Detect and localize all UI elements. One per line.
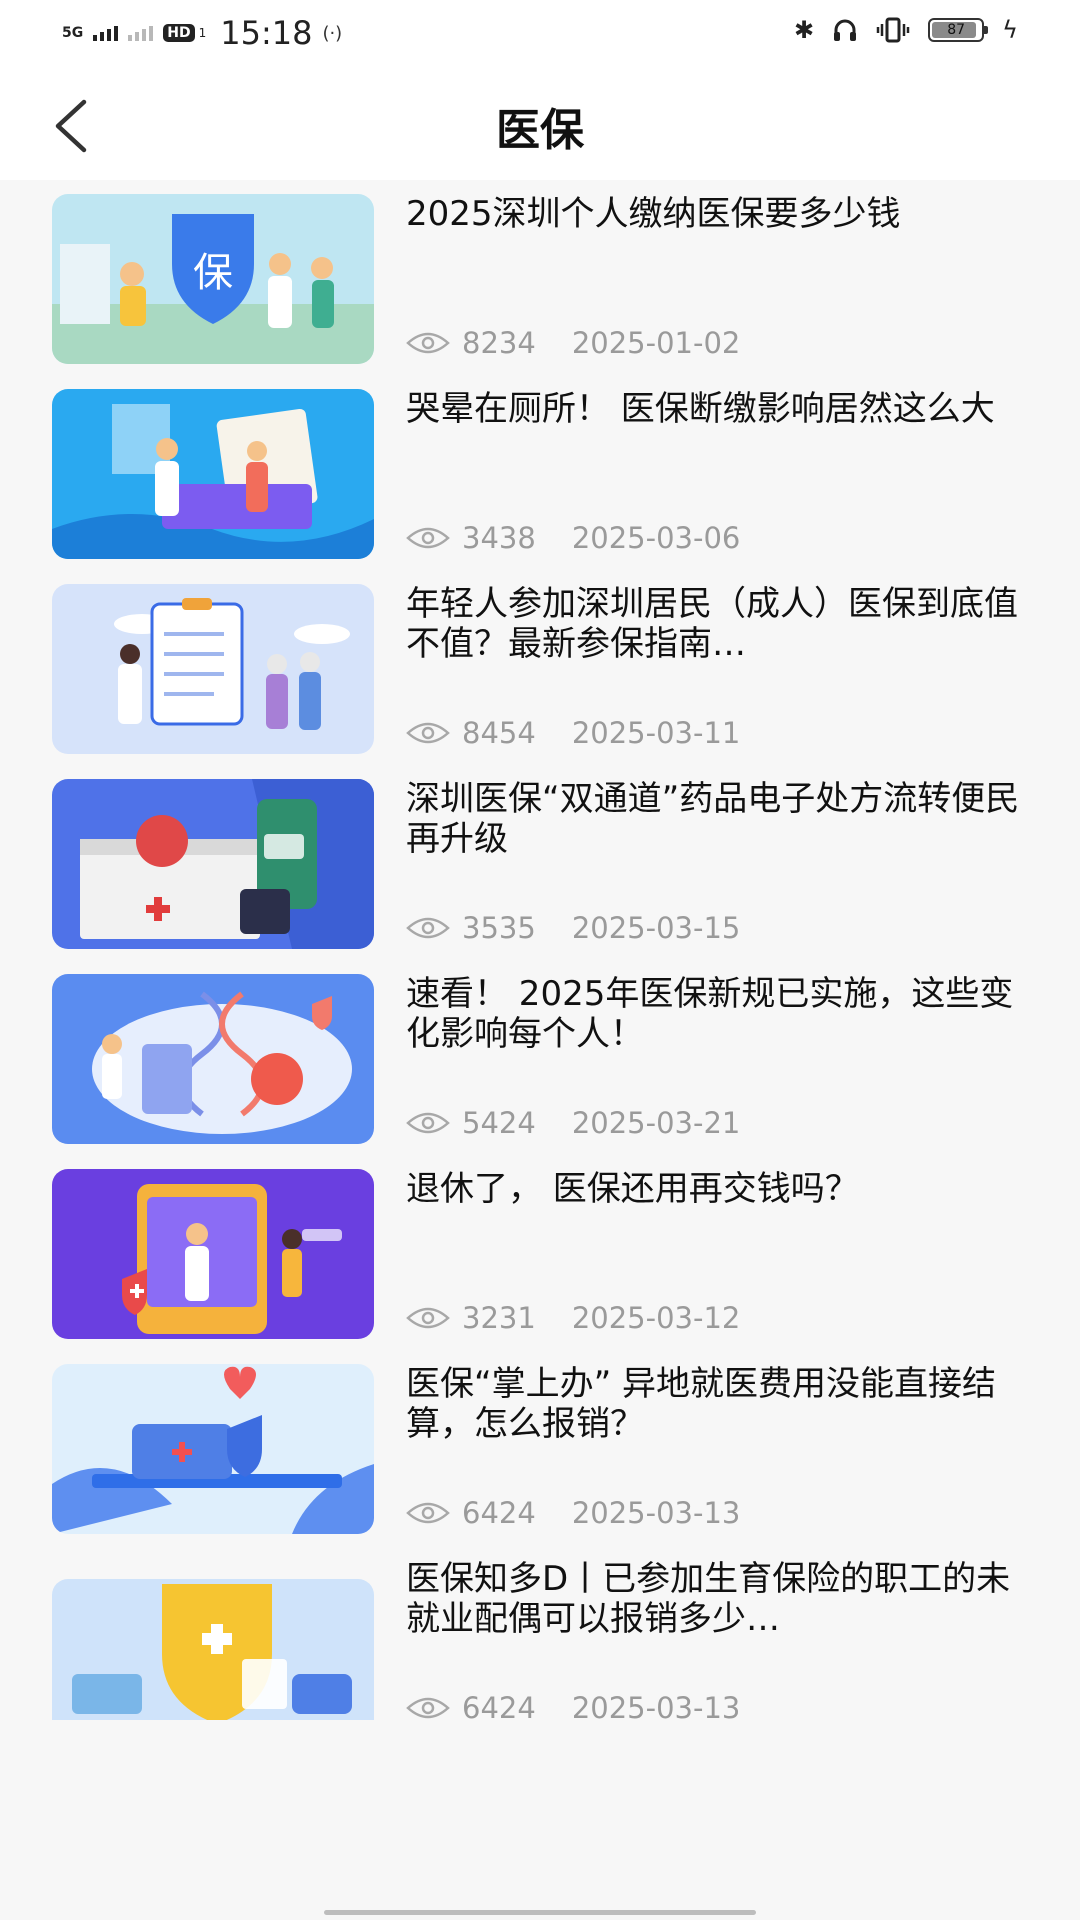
view-count: 3438 — [462, 521, 536, 555]
article-meta: 8454 2025-03-11 — [406, 716, 740, 750]
article-item[interactable]: 保 2025深圳个人缴纳医保要多少钱 8234 2025-01-02 — [0, 180, 1080, 364]
hotspot-icon: (·) — [322, 22, 343, 44]
insurance-illustration-icon: 保 — [52, 194, 374, 364]
eye-icon — [406, 332, 450, 354]
headphones-icon — [834, 19, 857, 41]
article-title: 哭晕在厕所！ 医保断缴影响居然这么大 — [406, 389, 995, 429]
view-count: 8234 — [462, 326, 536, 360]
view-count: 6424 — [462, 1691, 536, 1720]
article-item[interactable]: 医保“掌上办” 异地就医费用没能直接结算，怎么报销？ 6424 2025-03-… — [0, 1350, 1080, 1534]
article-title: 年轻人参加深圳居民（成人）医保到底值不值？最新参保指南… — [406, 584, 1018, 664]
status-bar: 5G HD 1 15:18 (·) ✱ 87 ϟ — [0, 0, 1080, 66]
vibrate-icon — [876, 17, 910, 43]
battery-level: 87 — [947, 22, 966, 38]
dna-pills-illustration-icon — [52, 974, 374, 1144]
view-count: 8454 — [462, 716, 536, 750]
article-meta: 3231 2025-03-12 — [406, 1301, 740, 1335]
publish-date: 2025-03-15 — [571, 911, 741, 945]
view-count: 5424 — [462, 1106, 536, 1140]
view-count: 6424 — [462, 1496, 536, 1530]
article-thumbnail — [52, 1579, 374, 1720]
article-item[interactable]: 年轻人参加深圳居民（成人）医保到底值不值？最新参保指南… 8454 2025-0… — [0, 570, 1080, 754]
clipboard-doctor-illustration-icon — [52, 389, 374, 559]
view-count: 3231 — [462, 1301, 536, 1335]
signal-secondary-icon — [128, 25, 154, 41]
status-left: 5G HD 1 15:18 (·) — [62, 14, 342, 52]
article-meta: 6424 2025-03-13 — [406, 1496, 740, 1530]
article-item[interactable]: 医保知多D丨已参加生育保险的职工的未就业配偶可以报销多少… 6424 2025-… — [0, 1545, 1080, 1720]
eye-icon — [406, 1697, 450, 1719]
article-item[interactable]: 退休了， 医保还用再交钱吗？ 3231 2025-03-12 — [0, 1155, 1080, 1339]
status-time: 15:18 — [220, 14, 313, 52]
bluetooth-icon: ✱ — [794, 16, 815, 44]
article-title: 2025深圳个人缴纳医保要多少钱 — [406, 194, 901, 234]
article-item[interactable]: 哭晕在厕所！ 医保断缴影响居然这么大 3438 2025-03-06 — [0, 375, 1080, 559]
eye-icon — [406, 1307, 450, 1329]
article-item[interactable]: 速看！ 2025年医保新规已实施，这些变化影响每个人！ 5424 2025-03… — [0, 960, 1080, 1144]
eye-icon — [406, 722, 450, 744]
article-thumbnail — [52, 779, 374, 949]
publish-date: 2025-03-21 — [571, 1106, 741, 1140]
eye-icon — [406, 1112, 450, 1134]
eye-icon — [406, 1502, 450, 1524]
battery-icon: 87 — [928, 18, 989, 42]
publish-date: 2025-01-02 — [571, 326, 741, 360]
article-thumbnail — [52, 1169, 374, 1339]
view-count: 3535 — [462, 911, 536, 945]
medicine-box-illustration-icon — [52, 779, 374, 949]
article-meta: 8234 2025-01-02 — [406, 326, 740, 360]
signal-icon — [93, 25, 119, 41]
home-indicator[interactable] — [324, 1910, 756, 1915]
article-thumbnail — [52, 974, 374, 1144]
article-thumbnail — [52, 389, 374, 559]
article-meta: 6424 2025-03-13 — [406, 1691, 740, 1720]
article-title: 医保“掌上办” 异地就医费用没能直接结算，怎么报销？ — [406, 1364, 997, 1444]
publish-date: 2025-03-11 — [571, 716, 741, 750]
article-thumbnail — [52, 584, 374, 754]
hd-sub: 1 — [198, 26, 207, 40]
article-meta: 3438 2025-03-06 — [406, 521, 740, 555]
article-item[interactable]: 深圳医保“双通道”药品电子处方流转便民再升级 3535 2025-03-15 — [0, 765, 1080, 949]
charging-icon: ϟ — [1002, 16, 1018, 44]
article-title: 退休了， 医保还用再交钱吗？ — [406, 1169, 859, 1209]
network-label: 5G — [62, 25, 84, 41]
status-right: ✱ 87 ϟ — [794, 16, 1018, 44]
article-title: 深圳医保“双通道”药品电子处方流转便民再升级 — [406, 779, 1020, 859]
svg-text:保: 保 — [193, 250, 233, 296]
article-meta: 5424 2025-03-21 — [406, 1106, 740, 1140]
gold-shield-illustration-icon — [52, 1579, 374, 1720]
article-thumbnail — [52, 1364, 374, 1534]
eye-icon — [406, 917, 450, 939]
publish-date: 2025-03-13 — [571, 1496, 741, 1530]
publish-date: 2025-03-06 — [571, 521, 741, 555]
eye-icon — [406, 527, 450, 549]
article-list: 保 2025深圳个人缴纳医保要多少钱 8234 2025-01-02 哭晕在厕所… — [0, 180, 1080, 1720]
article-title: 速看！ 2025年医保新规已实施，这些变化影响每个人！ — [406, 974, 1014, 1054]
hd-badge: HD — [163, 24, 195, 42]
page-title: 医保 — [496, 105, 584, 156]
checklist-family-illustration-icon — [52, 584, 374, 754]
article-thumbnail: 保 — [52, 194, 374, 364]
medical-kit-illustration-icon — [52, 1364, 374, 1534]
publish-date: 2025-03-13 — [571, 1691, 741, 1720]
phone-doctor-illustration-icon — [52, 1169, 374, 1339]
article-title: 医保知多D丨已参加生育保险的职工的未就业配偶可以报销多少… — [406, 1559, 1011, 1639]
header: 医保 — [0, 66, 1080, 180]
article-meta: 3535 2025-03-15 — [406, 911, 740, 945]
publish-date: 2025-03-12 — [571, 1301, 741, 1335]
